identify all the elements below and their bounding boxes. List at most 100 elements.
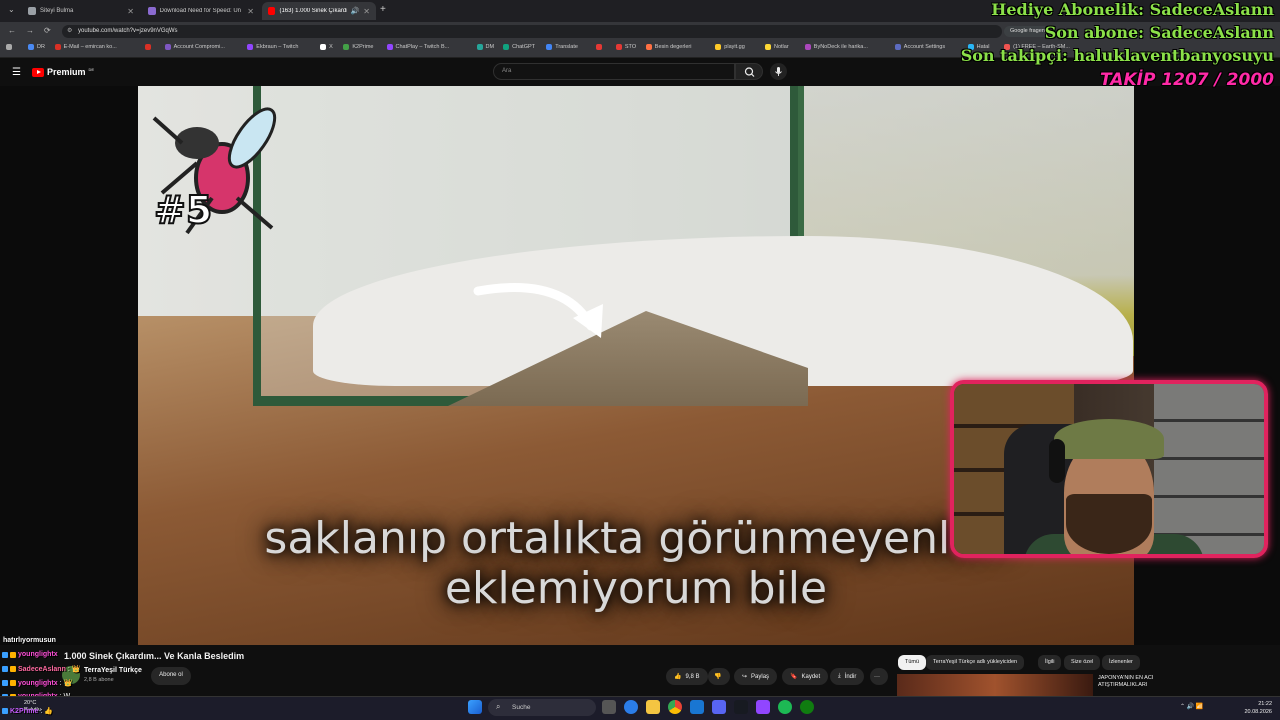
episode-badge-number: #5: [153, 187, 213, 233]
video-frame[interactable]: #5 saklanıp ortalıkta görünmeyenleri ekl…: [138, 86, 1134, 645]
browser-tab-2[interactable]: Download Need for Speed: Un ✕: [142, 2, 260, 20]
chrome-icon[interactable]: [668, 700, 682, 714]
bookmark-label: ByNoDeck ile harika...: [813, 44, 868, 50]
search-button[interactable]: [735, 63, 763, 80]
subscribe-button[interactable]: Abone ol: [151, 667, 191, 685]
share-icon: ↪: [742, 674, 748, 680]
apps-icon[interactable]: [6, 44, 12, 50]
close-tab-icon[interactable]: ✕: [363, 7, 370, 16]
taskbar-search[interactable]: ⌕ Suche: [488, 699, 596, 716]
chat-message: younglightx: [2, 651, 60, 658]
bookmark-icon: [144, 44, 151, 50]
thumbs-up-icon: 👍: [674, 674, 682, 680]
bookmark-label: Besin degerleri: [654, 44, 692, 50]
bookmark-label: ChatGPT: [512, 44, 536, 50]
bookmark-label: E-Mail – emircan ko...: [63, 44, 117, 50]
chip-watched[interactable]: İzlenenler: [1102, 655, 1140, 670]
forward-icon[interactable]: →: [26, 26, 34, 35]
bookmark-item[interactable]: ChatGPT: [503, 44, 535, 50]
bookmark-item[interactable]: Besin degerleri: [645, 44, 692, 50]
bookmark-item[interactable]: Notlar: [765, 44, 789, 50]
search-icon: ⌕: [496, 702, 501, 711]
search-icon: [744, 67, 755, 77]
bookmark-label: STO: [624, 44, 637, 50]
mic-icon: [775, 67, 782, 76]
taskbar-clock[interactable]: 21:22 20.08.2026: [1232, 700, 1272, 716]
menu-icon[interactable]: ☰: [12, 67, 21, 78]
widgets-icon[interactable]: [624, 700, 638, 714]
bookmark-item[interactable]: STO: [615, 44, 637, 50]
like-button[interactable]: 👍 9,8 B: [666, 668, 708, 685]
badge-icon: [2, 708, 8, 714]
voice-search-button[interactable]: [770, 63, 787, 80]
video-title: 1.000 Sinek Çıkardım... Ve Kanla Besledi…: [64, 651, 245, 661]
bookmark-item[interactable]: Ekbraun – Twitch: [247, 44, 298, 50]
tab-list-icon[interactable]: ⌄: [8, 5, 15, 14]
channel-name[interactable]: TerraYeşil Türkçe: [84, 667, 142, 674]
bookmark-icon: [615, 44, 622, 50]
url-field[interactable]: ⚙ youtube.com/watch?v=jzev9nVGqWs: [62, 25, 1002, 38]
task-view-icon[interactable]: [602, 700, 616, 714]
recommended-thumbnail[interactable]: [897, 674, 1093, 696]
badge-icon: [2, 680, 8, 686]
bookmark-item[interactable]: [144, 44, 154, 50]
streamer-cap: [1054, 419, 1164, 459]
chat-message: K2Prime : 👍: [2, 707, 53, 715]
bookmark-icon: [645, 44, 652, 50]
store-icon[interactable]: [690, 700, 704, 714]
bookmark-item[interactable]: DR: [28, 44, 45, 50]
youtube-premium-logo[interactable]: Premium DE: [32, 67, 94, 77]
bookmark-item[interactable]: [595, 44, 605, 50]
clock-date: 20.08.2026: [1244, 709, 1272, 715]
bookmark-item[interactable]: playit.gg: [715, 44, 745, 50]
share-button[interactable]: ↪ Paylaş: [734, 668, 778, 685]
discord-icon[interactable]: [712, 700, 726, 714]
spotify-icon[interactable]: [778, 700, 792, 714]
more-actions-button[interactable]: ···: [870, 668, 888, 685]
bookmark-item[interactable]: X: [320, 44, 333, 50]
bookmark-icon: [320, 44, 327, 50]
chip-uploader[interactable]: TerraYeşil Türkçe adlı yükleyiciden: [926, 655, 1025, 670]
audio-icon[interactable]: 🔊: [351, 7, 360, 15]
new-tab-button[interactable]: +: [380, 4, 386, 15]
youtube-play-icon: [32, 67, 44, 77]
bookmark-item[interactable]: Account Settings: [894, 44, 946, 50]
file-explorer-icon[interactable]: [646, 700, 660, 714]
system-tray-icons[interactable]: ⌃ 🔊 📶: [1180, 703, 1203, 710]
streamer-beard: [1066, 494, 1152, 554]
steam-icon[interactable]: [734, 700, 748, 714]
reload-icon[interactable]: ⟳: [44, 26, 51, 35]
bookmark-item[interactable]: Account Compromi...: [164, 44, 225, 50]
search-input[interactable]: Ara: [493, 63, 735, 80]
bookmark-item[interactable]: ByNoDeck ile harika...: [804, 44, 868, 50]
start-icon[interactable]: [468, 700, 482, 714]
chat-text: : 👑: [59, 680, 73, 687]
bookmark-item[interactable]: Translate: [546, 44, 578, 50]
recommended-title[interactable]: JAPONYA'NIN EN ACI ATIŞTIRMALIKLARI: [1098, 675, 1198, 689]
bookmark-item[interactable]: K2Prime: [343, 44, 373, 50]
dislike-button[interactable]: 👎: [708, 668, 730, 685]
download-button[interactable]: ⤓ İndir: [830, 668, 865, 685]
twitch-icon[interactable]: [756, 700, 770, 714]
chip-for-you[interactable]: Size özel: [1064, 655, 1101, 670]
xbox-icon[interactable]: [800, 700, 814, 714]
bookmark-label: K2Prime: [352, 44, 374, 50]
bookmark-label: DR: [37, 44, 45, 50]
back-icon[interactable]: ←: [8, 26, 16, 35]
share-label: Paylaş: [751, 673, 770, 680]
chip-related[interactable]: İlgili: [1038, 655, 1062, 670]
bookmark-item[interactable]: E-Mail – emircan ko...: [54, 44, 117, 50]
channel-subscribers: 2,8 B abone: [84, 677, 114, 683]
streamer-webcam: [950, 380, 1268, 558]
save-button[interactable]: 🔖 Kaydet: [782, 668, 829, 685]
site-info-icon[interactable]: ⚙: [67, 27, 72, 34]
bookmark-label: playit.gg: [724, 44, 745, 50]
browser-tab-3-active[interactable]: (163) 1.000 Sinek Çıkardım 🔊 ✕: [262, 2, 376, 20]
bookmark-item[interactable]: DM: [476, 44, 494, 50]
chip-all[interactable]: Tümü: [898, 655, 927, 670]
bookmark-item[interactable]: ChatPlay – Twitch B...: [386, 44, 449, 50]
browser-tab-1[interactable]: Siteyi Bulma ✕: [22, 2, 140, 20]
bookmark-label: Account Settings: [903, 44, 946, 50]
close-tab-icon[interactable]: ✕: [247, 7, 254, 16]
close-tab-icon[interactable]: ✕: [127, 7, 134, 16]
